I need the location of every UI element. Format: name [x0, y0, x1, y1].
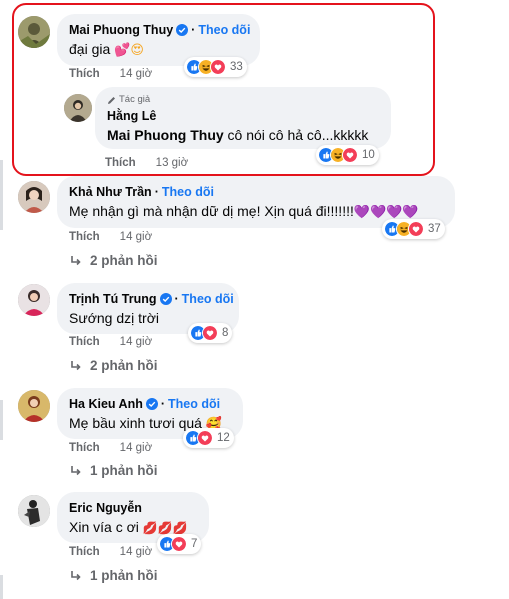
timestamp[interactable]: 13 giờ — [156, 157, 188, 169]
comment-text: Mẹ bầu xinh tươi quá — [69, 415, 202, 431]
reaction-summary[interactable]: 12 — [183, 428, 234, 448]
comment-text: Sướng dzị trời — [69, 310, 159, 326]
author-tag: Tác giả — [107, 94, 379, 106]
view-replies-link[interactable]: 1 phản hồi — [70, 568, 158, 583]
author-tag-label: Tác giả — [119, 94, 151, 105]
comment-actions: Thích 14 giờ — [69, 231, 152, 243]
love-reaction-icon — [197, 430, 213, 446]
comment-actions: Thích 14 giờ — [69, 336, 152, 348]
reaction-summary[interactable]: 7 — [157, 534, 202, 554]
hearts-emoji: 💕 — [114, 43, 131, 58]
reaction-summary[interactable]: 37 — [382, 219, 445, 239]
kiss-mark-emoji: 💋💋💋 — [142, 521, 188, 535]
reaction-summary[interactable]: 10 — [316, 145, 379, 165]
reaction-count: 10 — [362, 149, 375, 161]
love-reaction-icon — [171, 536, 187, 552]
separator-dot: · — [154, 185, 159, 199]
thread-line — [0, 575, 3, 599]
avatar[interactable] — [18, 181, 50, 213]
love-reaction-icon — [342, 147, 358, 163]
reply-arrow-icon — [71, 465, 81, 475]
avatar[interactable] — [18, 495, 50, 527]
replies-count[interactable]: 2 phản hồi — [90, 253, 158, 268]
like-link[interactable]: Thích — [69, 442, 100, 454]
view-replies-link[interactable]: 2 phản hồi — [70, 253, 158, 268]
purple-hearts-emoji: 💜💜💜💜 — [353, 205, 419, 220]
thread-line — [0, 400, 3, 440]
avatar[interactable] — [64, 94, 92, 122]
reaction-count: 37 — [428, 223, 441, 235]
replies-count[interactable]: 2 phản hồi — [90, 358, 158, 373]
separator-dot: · — [160, 397, 166, 411]
like-link[interactable]: Thích — [105, 157, 136, 169]
like-link[interactable]: Thích — [69, 231, 100, 243]
timestamp[interactable]: 14 giờ — [120, 546, 152, 558]
timestamp[interactable]: 14 giờ — [120, 336, 152, 348]
commenter-name[interactable]: Eric Nguyễn — [69, 500, 142, 516]
mention-link[interactable]: Mai Phuong Thuy — [107, 127, 224, 143]
verified-badge-icon — [176, 24, 189, 36]
timestamp[interactable]: 14 giờ — [120, 442, 152, 454]
verified-badge-icon — [145, 398, 158, 410]
reply-arrow-icon — [71, 360, 81, 370]
timestamp[interactable]: 14 giờ — [120, 231, 152, 243]
view-replies-link[interactable]: 1 phản hồi — [70, 463, 158, 478]
replies-count[interactable]: 1 phản hồi — [90, 568, 158, 583]
comment-text: đại gia — [69, 41, 111, 57]
comment-text: Xin vía c ơi — [69, 519, 139, 535]
reaction-count: 33 — [230, 61, 243, 73]
reaction-count: 8 — [222, 327, 229, 339]
follow-link[interactable]: Theo dõi — [182, 291, 234, 307]
replies-count[interactable]: 1 phản hồi — [90, 463, 158, 478]
comment-actions: Thích 14 giờ — [69, 546, 152, 558]
commenter-name[interactable]: Trịnh Tú Trung — [69, 291, 157, 307]
reply-arrow-icon — [71, 255, 81, 265]
comment-actions: Thích 14 giờ — [69, 442, 152, 454]
separator-dot: · — [174, 292, 179, 306]
separator-dot: · — [191, 23, 196, 37]
love-reaction-icon — [202, 325, 218, 341]
like-link[interactable]: Thích — [69, 68, 100, 80]
pencil-icon — [108, 96, 115, 104]
reaction-summary[interactable]: 8 — [188, 323, 233, 343]
timestamp[interactable]: 14 giờ — [120, 68, 152, 80]
like-link[interactable]: Thích — [69, 336, 100, 348]
view-replies-link[interactable]: 2 phản hồi — [70, 358, 158, 373]
commenter-name[interactable]: Ha Kieu Anh — [69, 396, 143, 412]
reaction-summary[interactable]: 33 — [184, 57, 247, 77]
follow-link[interactable]: Theo dõi — [162, 184, 214, 200]
comment-bubble: Tác giả Hằng Lê Mai Phuong Thuy cô nói c… — [95, 87, 391, 149]
love-reaction-icon — [210, 59, 226, 75]
heart-eyes-emoji: 😍 — [130, 43, 144, 58]
comment-text: cô nói cô hả cô...kkkkk — [223, 127, 369, 143]
follow-link[interactable]: Theo dõi — [198, 22, 250, 38]
reaction-count: 12 — [217, 432, 230, 444]
thread-line — [0, 160, 3, 230]
comment-text: Mẹ nhận gì mà nhận dữ dị mẹ! Xịn quá đi!… — [69, 203, 354, 219]
avatar[interactable] — [18, 16, 50, 48]
avatar[interactable] — [18, 284, 50, 316]
commenter-name[interactable]: Mai Phuong Thuy — [69, 22, 173, 38]
commenter-name[interactable]: Khả Như Trần — [69, 184, 152, 200]
comment-actions: Thích 14 giờ — [69, 68, 152, 80]
like-link[interactable]: Thích — [69, 546, 100, 558]
commenter-name[interactable]: Hằng Lê — [107, 108, 156, 124]
reply-arrow-icon — [71, 570, 81, 580]
reaction-count: 7 — [191, 538, 198, 550]
follow-link[interactable]: Theo dõi — [168, 396, 220, 412]
comment-actions: Thích 13 giờ — [105, 157, 188, 169]
love-reaction-icon — [408, 221, 424, 237]
avatar[interactable] — [18, 390, 50, 422]
verified-badge-icon — [159, 293, 172, 305]
